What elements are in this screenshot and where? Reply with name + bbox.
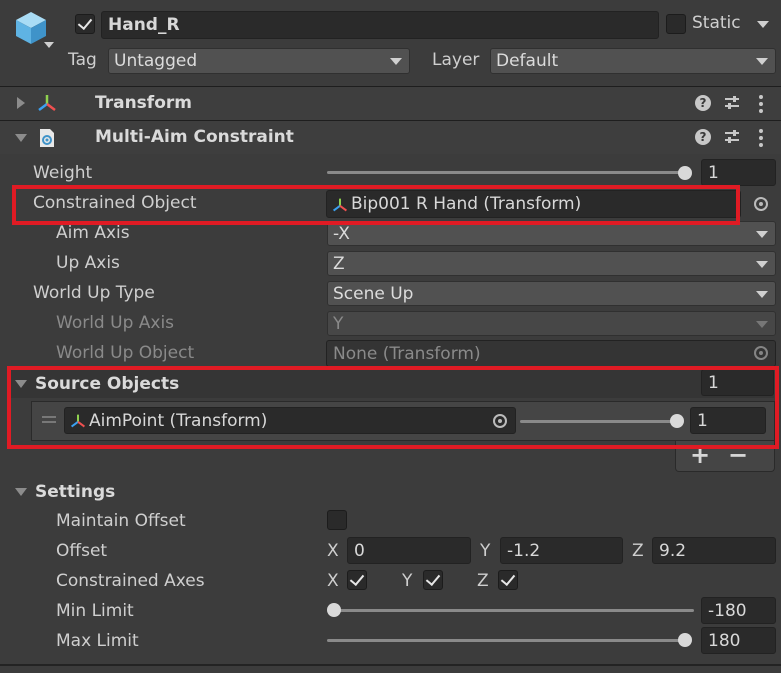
tag-label: Tag	[68, 50, 97, 70]
weight-slider-knob[interactable]	[678, 166, 692, 180]
offset-y-field[interactable]: -1.2	[500, 537, 623, 564]
world-up-object-label: World Up Object	[56, 343, 195, 363]
axis-x-label: X	[327, 571, 339, 591]
help-icon[interactable]: ?	[695, 95, 711, 111]
max-limit-label: Max Limit	[56, 631, 139, 651]
offset-y-label: Y	[480, 541, 491, 561]
constraint-title: Multi-Aim Constraint	[95, 127, 294, 147]
script-icon	[40, 129, 54, 147]
layer-dropdown[interactable]: Default	[490, 48, 776, 74]
up-axis-label: Up Axis	[56, 253, 120, 273]
foldout-arrow-expanded[interactable]	[15, 488, 27, 496]
inspector-header: Hand_R Static Tag Untagged Layer Default	[0, 0, 781, 86]
world-up-axis-label: World Up Axis	[56, 313, 175, 333]
world-up-type-label: World Up Type	[33, 283, 155, 303]
max-limit-slider-knob[interactable]	[678, 633, 692, 647]
max-limit-slider-track[interactable]	[327, 639, 685, 642]
axis-x-checkbox[interactable]	[347, 570, 367, 590]
presets-icon[interactable]	[724, 95, 740, 111]
weight-label: Weight	[33, 163, 93, 183]
object-picker-icon	[754, 346, 768, 360]
min-limit-slider-track[interactable]	[334, 609, 694, 612]
maintain-offset-checkbox[interactable]	[327, 510, 347, 530]
foldout-arrow-expanded[interactable]	[15, 134, 27, 142]
tag-dropdown[interactable]: Untagged	[108, 48, 410, 74]
maintain-offset-label: Maintain Offset	[56, 511, 186, 531]
axis-y-label: Y	[402, 571, 413, 591]
constraint-component-header[interactable]: Multi-Aim Constraint ?	[0, 120, 781, 154]
cube-icon	[16, 12, 46, 44]
layer-label: Layer	[432, 50, 480, 70]
static-label: Static	[692, 13, 741, 33]
axis-y-checkbox[interactable]	[423, 570, 443, 590]
weight-field[interactable]: 1	[701, 159, 776, 186]
up-axis-dropdown[interactable]: Z	[327, 251, 776, 276]
highlight-box-constrained-object	[12, 185, 740, 225]
object-picker-icon[interactable]	[754, 197, 768, 211]
object-name: Hand_R	[108, 15, 180, 35]
offset-x-label: X	[327, 541, 339, 561]
weight-slider-track[interactable]	[327, 171, 685, 174]
world-up-object-field: None (Transform)	[326, 340, 776, 367]
foldout-arrow-collapsed[interactable]	[17, 97, 25, 109]
settings-title: Settings	[35, 482, 116, 502]
constrained-axes-label: Constrained Axes	[56, 571, 205, 591]
min-limit-field[interactable]: -180	[701, 597, 776, 624]
bottom-divider	[0, 664, 781, 666]
min-limit-slider-knob[interactable]	[327, 603, 341, 617]
offset-z-field[interactable]: 9.2	[652, 537, 776, 564]
static-dropdown-caret[interactable]	[757, 21, 769, 28]
help-icon[interactable]: ?	[695, 129, 711, 145]
offset-z-label: Z	[632, 541, 644, 561]
icon-dropdown-caret[interactable]	[44, 42, 54, 48]
offset-label: Offset	[56, 541, 108, 561]
transform-component-header[interactable]: Transform ?	[0, 86, 781, 120]
max-limit-field[interactable]: 180	[701, 627, 776, 654]
world-up-axis-dropdown: Y	[327, 311, 776, 336]
kebab-menu-icon[interactable]	[758, 128, 764, 148]
transform-icon	[38, 95, 56, 111]
world-up-type-dropdown[interactable]: Scene Up	[327, 281, 776, 306]
object-name-field[interactable]: Hand_R	[101, 11, 659, 39]
aim-axis-label: Aim Axis	[56, 223, 130, 243]
axis-z-label: Z	[477, 571, 489, 591]
presets-icon[interactable]	[724, 129, 740, 145]
offset-x-field[interactable]: 0	[347, 537, 471, 564]
highlight-box-source-objects	[7, 366, 779, 449]
static-checkbox[interactable]	[666, 14, 686, 34]
min-limit-label: Min Limit	[56, 601, 134, 621]
axis-z-checkbox[interactable]	[498, 570, 518, 590]
transform-title: Transform	[95, 93, 192, 113]
active-checkbox[interactable]	[75, 14, 95, 34]
kebab-menu-icon[interactable]	[758, 94, 764, 114]
